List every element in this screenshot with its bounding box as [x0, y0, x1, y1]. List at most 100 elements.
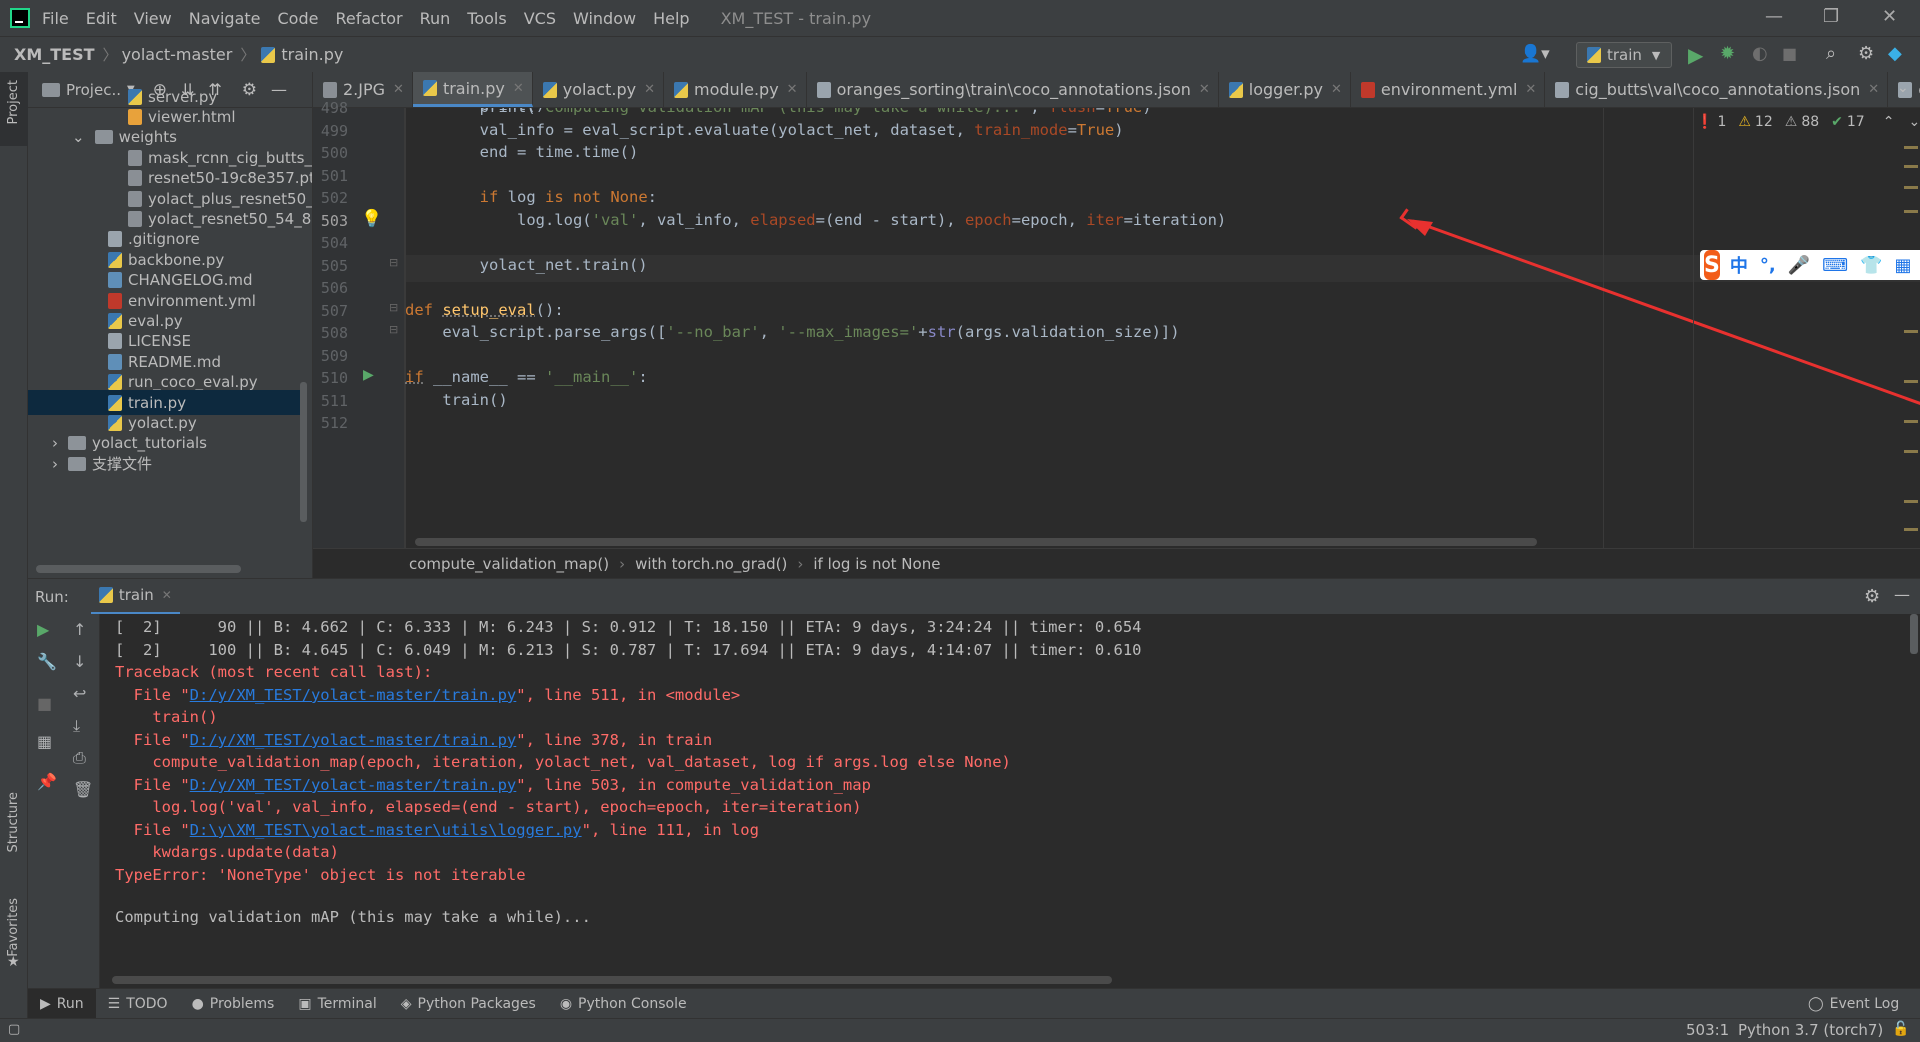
python-interpreter[interactable]: Python 3.7 (torch7): [1738, 1021, 1883, 1039]
error-stripe-mark[interactable]: [1904, 210, 1918, 213]
close-window-icon[interactable]: ✕: [1882, 6, 1897, 27]
scroll-to-end-icon[interactable]: ⤓: [73, 716, 80, 736]
project-view-title[interactable]: Projec..: [66, 81, 121, 99]
ime-mode-label[interactable]: 中: [1730, 252, 1748, 278]
toolbox-icon[interactable]: ▦: [1895, 255, 1912, 276]
close-tab-icon[interactable]: ✕: [1199, 82, 1210, 97]
inspections-widget[interactable]: ❗ 1 ⚠ 12 ⚠ 88 ✔ 17 ⌃ ⌄: [1696, 114, 1920, 130]
run-icon[interactable]: ▶: [1688, 43, 1703, 67]
code-editor[interactable]: print() print("Computing validation mAP …: [405, 108, 1920, 548]
rerun-icon[interactable]: ▶: [37, 620, 49, 639]
down-arrow-icon[interactable]: ↓: [73, 652, 86, 671]
file-link[interactable]: D:/y/XM_TEST/yolact-master/train.py: [190, 731, 517, 749]
file-link[interactable]: D:\y\XM_TEST\yolact-master\utils\logger.…: [190, 821, 582, 839]
tool-todo-button[interactable]: ☰ TODO: [96, 989, 180, 1019]
tab-cig-butts-coco-json[interactable]: cig_butts\val\coco_annotations.json ✕: [1545, 72, 1889, 107]
coverage-icon[interactable]: ◐: [1752, 43, 1768, 64]
menu-help[interactable]: Help: [653, 9, 689, 28]
error-stripe-mark[interactable]: [1904, 500, 1918, 503]
debug-icon[interactable]: ✹: [1720, 43, 1735, 64]
ime-toolbar[interactable]: S 中 °, 🎤 ⌨ 👕 ▦: [1700, 250, 1920, 280]
expand-arrow-icon[interactable]: ›: [52, 434, 58, 452]
error-stripe-mark[interactable]: [1904, 165, 1918, 168]
close-tab-icon[interactable]: ✕: [1331, 82, 1342, 97]
run-settings-gear-icon[interactable]: ⚙: [1864, 586, 1880, 607]
error-stripe-mark[interactable]: [1904, 420, 1918, 423]
expand-arrow-icon[interactable]: ⌄: [72, 128, 85, 146]
event-log-button[interactable]: ◯ Event Log: [1796, 989, 1911, 1019]
error-stripe-mark[interactable]: [1904, 450, 1918, 453]
previous-highlight-icon[interactable]: ⌃: [1883, 114, 1895, 130]
error-stripe-mark[interactable]: [1904, 528, 1918, 531]
minimize-icon[interactable]: —: [1765, 6, 1783, 27]
close-tab-icon[interactable]: ✕: [787, 82, 798, 97]
breadcrumb-file[interactable]: train.py: [281, 45, 343, 64]
error-stripe-mark[interactable]: [1904, 380, 1918, 383]
console-horizontal-scrollbar[interactable]: [112, 976, 1112, 984]
tab-logger-py[interactable]: logger.py ✕: [1219, 72, 1351, 107]
menu-refactor[interactable]: Refactor: [335, 9, 402, 28]
tab-train-py[interactable]: train.py ✕: [412, 72, 533, 107]
tab-oranges-coco-json[interactable]: oranges_sorting\train\coco_annotations.j…: [807, 72, 1219, 107]
print-icon[interactable]: ⎙: [73, 748, 86, 768]
error-stripe-mark[interactable]: [1904, 186, 1918, 189]
menu-view[interactable]: View: [134, 9, 172, 28]
file-link[interactable]: D:/y/XM_TEST/yolact-master/train.py: [190, 686, 517, 704]
run-tab-train[interactable]: train ✕: [90, 579, 180, 615]
run-configuration-select[interactable]: train ▼: [1576, 42, 1672, 68]
settings-icon[interactable]: ⚙: [1858, 43, 1874, 64]
tool-run-button[interactable]: ▶ Run: [28, 988, 96, 1019]
menu-tools[interactable]: Tools: [467, 9, 506, 28]
wrench-icon[interactable]: 🔧: [37, 652, 57, 671]
caret-position[interactable]: 503:1: [1686, 1021, 1729, 1039]
close-tab-icon[interactable]: ✕: [1868, 82, 1879, 97]
up-arrow-icon[interactable]: ↑: [73, 620, 86, 639]
structure-tool-label[interactable]: Structure: [6, 792, 21, 852]
tool-python-packages-button[interactable]: ◈ Python Packages: [389, 989, 548, 1019]
breadcrumb-project[interactable]: XM_TEST: [14, 45, 95, 64]
pin-icon[interactable]: 📌: [37, 772, 57, 791]
tab-list-chevron-icon[interactable]: ⌄: [1897, 80, 1909, 96]
tool-window-toggle-icon[interactable]: ▢: [8, 1022, 20, 1037]
breadcrumb-if[interactable]: if log is not None: [813, 555, 940, 573]
tab-yolact-py[interactable]: yolact.py ✕: [533, 72, 664, 107]
close-tab-icon[interactable]: ✕: [1525, 82, 1536, 97]
close-tab-icon[interactable]: ✕: [644, 82, 655, 97]
menu-file[interactable]: File: [42, 9, 69, 28]
soft-wrap-icon[interactable]: ↩: [73, 684, 86, 703]
breadcrumb-function[interactable]: compute_validation_map(): [409, 555, 609, 573]
lightbulb-icon[interactable]: 💡: [361, 209, 382, 229]
project-tool-button[interactable]: Project: [0, 72, 28, 146]
tree-scrollbar[interactable]: [300, 382, 307, 522]
hide-panel-icon[interactable]: —: [271, 80, 287, 99]
tool-problems-button[interactable]: ● Problems: [180, 989, 287, 1019]
fold-icon[interactable]: ⊟: [389, 323, 398, 336]
search-icon[interactable]: ⌕: [1826, 43, 1836, 64]
run-console[interactable]: [ 2] 90 || B: 4.662 | C: 6.333 | M: 6.24…: [100, 614, 1920, 988]
tool-python-console-button[interactable]: ◉ Python Console: [548, 989, 699, 1019]
microphone-icon[interactable]: 🎤: [1788, 255, 1810, 276]
restore-icon[interactable]: ❐: [1823, 6, 1839, 27]
favorites-tool-label[interactable]: Favorites: [6, 898, 21, 957]
layout-icon[interactable]: ▦: [37, 732, 52, 751]
lock-icon[interactable]: 🔓: [1892, 1021, 1909, 1037]
tree-item[interactable]: › 支撑文件: [52, 451, 152, 476]
menu-vcs[interactable]: VCS: [524, 9, 556, 28]
close-tab-icon[interactable]: ✕: [393, 82, 404, 97]
breadcrumb-folder[interactable]: yolact-master: [122, 45, 233, 64]
tree-horizontal-scrollbar[interactable]: [36, 565, 241, 573]
expand-arrow-icon[interactable]: ›: [52, 455, 58, 473]
close-tab-icon[interactable]: ✕: [513, 81, 524, 96]
fold-icon[interactable]: ⊟: [389, 256, 398, 269]
user-icon[interactable]: 👤▾: [1520, 44, 1550, 64]
menu-navigate[interactable]: Navigate: [189, 9, 261, 28]
console-vertical-scrollbar[interactable]: [1910, 614, 1918, 654]
menu-run[interactable]: Run: [420, 9, 451, 28]
error-stripe-mark[interactable]: [1904, 146, 1918, 149]
run-gutter-icon[interactable]: ▶: [363, 367, 374, 383]
editor-horizontal-scrollbar[interactable]: [415, 538, 1537, 546]
gear-icon[interactable]: ⚙: [242, 80, 257, 100]
stop-icon[interactable]: ■: [37, 694, 52, 713]
tab-environment-yml[interactable]: environment.yml ✕: [1351, 72, 1546, 107]
error-stripe-mark[interactable]: [1904, 330, 1918, 333]
